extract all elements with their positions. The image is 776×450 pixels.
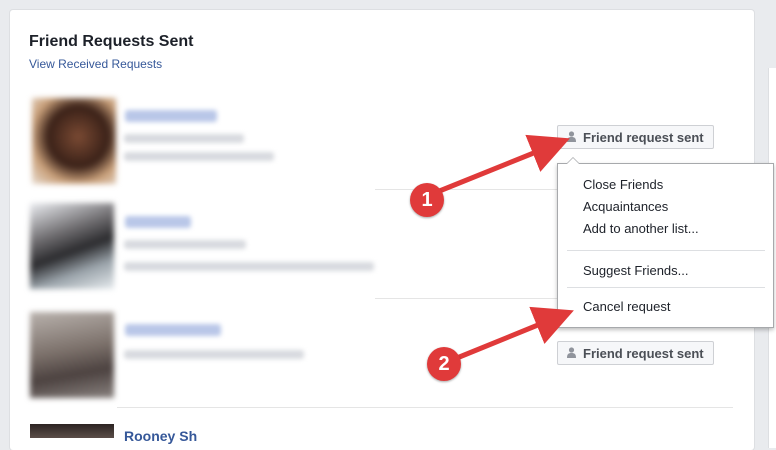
callout-2-badge: 2 <box>427 347 461 381</box>
callout-1-badge: 1 <box>410 183 444 217</box>
arrow-to-cancel-request <box>449 306 574 363</box>
arrow-to-friend-request-button <box>429 134 570 197</box>
annotation-arrows <box>429 134 574 363</box>
